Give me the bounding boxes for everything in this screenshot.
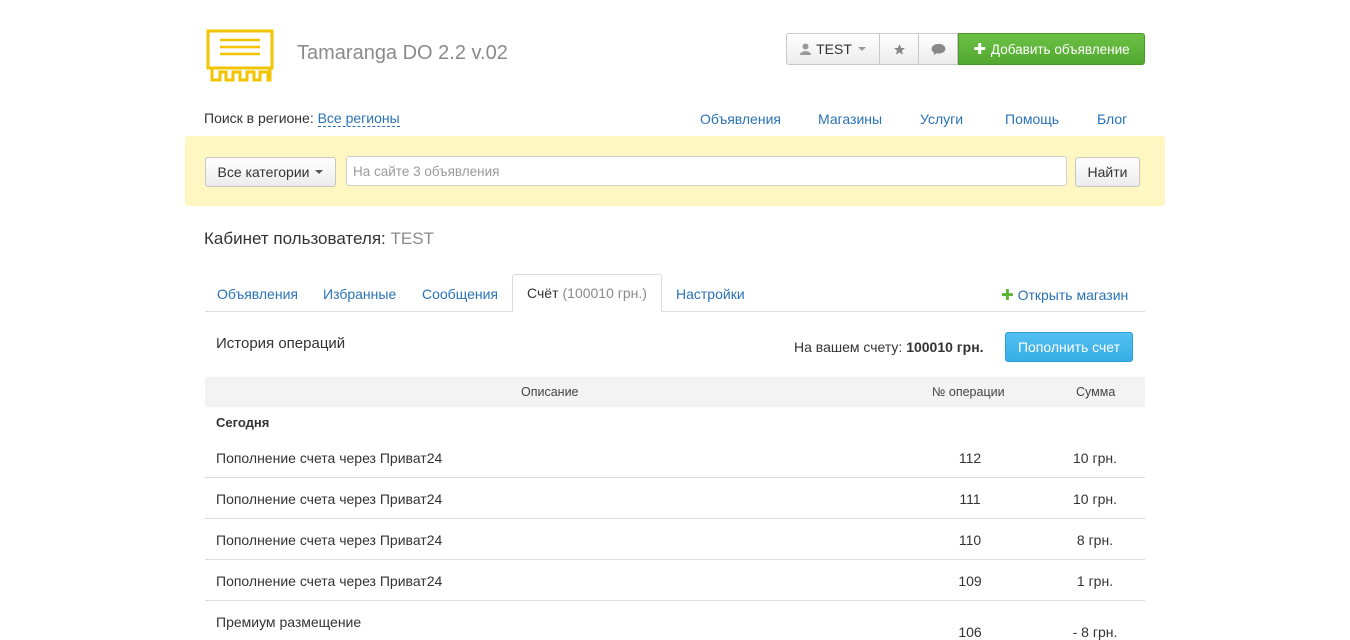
open-shop-link[interactable]: ✚ Открыть магазин [1001, 286, 1128, 304]
row-amount: 1 грн. [1076, 573, 1114, 589]
user-icon [800, 43, 812, 55]
row-amount: 8 грн. [1076, 532, 1114, 548]
row-operation-number: 109 [958, 573, 982, 589]
column-description: Описание [521, 385, 579, 399]
add-listing-button[interactable]: ✚ Добавить объявление [958, 33, 1145, 65]
table-row: Пополнение счета через Приват24 110 8 гр… [205, 519, 1145, 560]
table-row: Пополнение счета через Приват24 111 10 г… [205, 478, 1145, 519]
add-listing-label: Добавить объявление [990, 41, 1130, 57]
page-title-username: TEST [390, 229, 434, 248]
plus-icon: ✚ [1001, 287, 1014, 304]
row-operation-number: 106 [958, 624, 982, 640]
region-label: Поиск в регионе: [204, 110, 314, 126]
table-header: Описание № операции Сумма [205, 377, 1145, 407]
tab-account-label: Счёт [527, 285, 559, 301]
history-title: История операций [216, 335, 346, 352]
nav-item-services[interactable]: Услуги [920, 111, 963, 127]
row-description: Пополнение счета через Приват24 [216, 450, 443, 466]
page-title-label: Кабинет пользователя: [204, 229, 386, 248]
header-actions: TEST ✚ Добавить объявление [786, 33, 1145, 65]
tab-settings[interactable]: Настройки [676, 286, 745, 302]
messages-button[interactable] [919, 33, 958, 65]
group-label-today: Сегодня [216, 415, 270, 430]
row-amount: 10 грн. [1073, 491, 1117, 507]
row-operation-number: 111 [959, 491, 981, 507]
region-selector: Поиск в регионе: Все регионы [204, 110, 400, 127]
favorites-button[interactable] [880, 33, 919, 65]
user-menu-button[interactable]: TEST [786, 33, 880, 65]
category-dropdown-label: Все категории [217, 164, 310, 180]
tabs-divider [205, 311, 1145, 312]
row-description: Пополнение счета через Приват24 [216, 573, 443, 589]
column-operation-number: № операции [932, 385, 1005, 399]
column-amount: Сумма [1076, 385, 1116, 399]
nav-item-blog[interactable]: Блог [1097, 111, 1127, 127]
row-amount: - 8 грн. [1072, 624, 1118, 640]
site-title[interactable]: Tamaranga DO 2.2 v.02 [297, 42, 508, 65]
plus-icon: ✚ [973, 41, 986, 58]
region-link[interactable]: Все регионы [317, 110, 400, 127]
topup-button[interactable]: Пополнить счет [1005, 332, 1133, 362]
tab-account-balance: (100010 грн.) [562, 285, 647, 301]
category-dropdown[interactable]: Все категории [205, 157, 336, 187]
user-menu-label: TEST [816, 41, 852, 57]
row-description: Премиум размещение [216, 614, 362, 630]
nav-item-help[interactable]: Помощь [1005, 111, 1059, 127]
page-title: Кабинет пользователя: TEST [204, 229, 434, 249]
tab-account[interactable]: Счёт (100010 грн.) [512, 274, 662, 312]
table-row: Пополнение счета через Приват24 109 1 гр… [205, 560, 1145, 601]
open-shop-label: Открыть магазин [1017, 287, 1129, 303]
search-input[interactable] [346, 156, 1067, 186]
chevron-down-icon [315, 170, 324, 174]
site-logo[interactable] [206, 29, 274, 84]
row-description: Пополнение счета через Приват24 [216, 532, 443, 548]
tab-listings[interactable]: Объявления [217, 286, 298, 302]
nav-item-shops[interactable]: Магазины [818, 111, 882, 127]
chevron-down-icon [857, 47, 866, 51]
nav-item-listings[interactable]: Объявления [700, 111, 781, 127]
tab-messages[interactable]: Сообщения [422, 286, 498, 302]
table-row: Пополнение счета через Приват24 112 10 г… [205, 437, 1145, 478]
balance-value: 100010 грн. [906, 339, 984, 355]
row-amount: 10 грн. [1073, 450, 1117, 466]
balance-label: На вашем счету: [794, 339, 903, 355]
chat-bubble-icon [931, 43, 945, 55]
star-icon [893, 43, 905, 55]
row-operation-number: 112 [958, 450, 982, 466]
table-row: Премиум размещение 106 - 8 грн. [205, 601, 1145, 640]
search-button[interactable]: Найти [1075, 157, 1140, 187]
row-operation-number: 110 [958, 532, 982, 548]
account-balance: На вашем счету: 100010 грн. [794, 339, 984, 355]
row-description: Пополнение счета через Приват24 [216, 491, 443, 507]
tab-favorites[interactable]: Избранные [323, 286, 396, 302]
